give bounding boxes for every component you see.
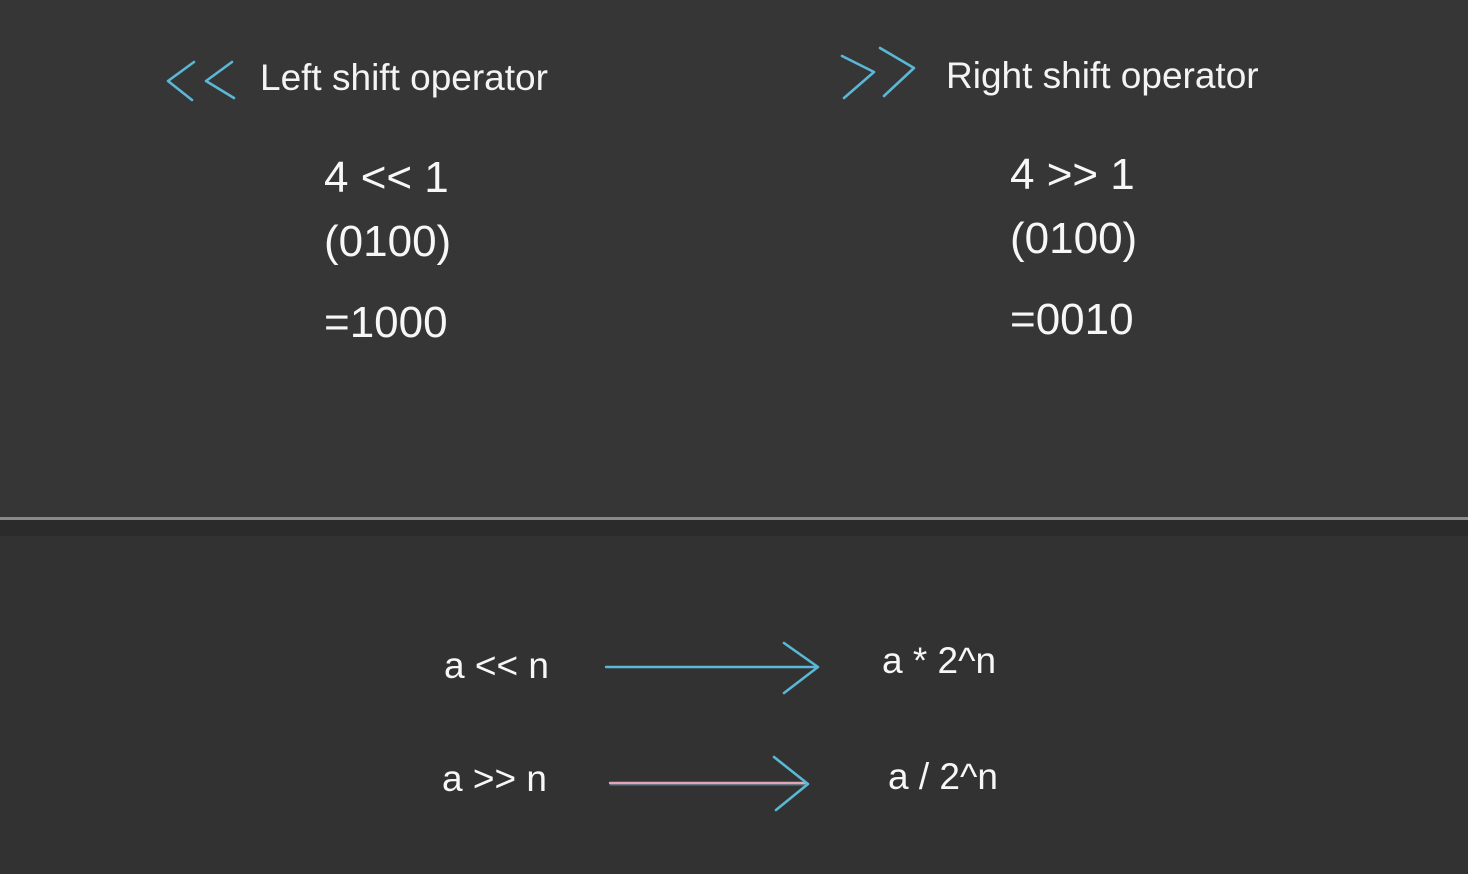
right-shift-title: Right shift operator <box>946 55 1259 96</box>
section-divider <box>0 517 1468 520</box>
left-shift-expression: 4 << 1 <box>324 153 449 202</box>
rule-lhs-left-shift: a << n <box>444 645 549 686</box>
right-shift-binary-input: (0100) <box>1010 214 1138 263</box>
right-arrow-icon <box>604 641 820 695</box>
rule-rhs-left-shift: a * 2^n <box>882 640 997 681</box>
left-shift-title: Left shift operator <box>260 57 548 98</box>
divider-shadow <box>0 520 1468 536</box>
right-arrow-icon <box>608 755 810 812</box>
rule-lhs-right-shift: a >> n <box>442 758 547 799</box>
double-right-chevron-icon <box>840 46 916 100</box>
left-shift-result: =1000 <box>324 298 448 347</box>
rules-panel <box>0 536 1468 874</box>
whiteboard: Left shift operator 4 << 1 (0100) =1000 … <box>0 0 1468 874</box>
right-shift-result: =0010 <box>1010 295 1134 344</box>
left-shift-binary-input: (0100) <box>324 217 452 266</box>
rule-rhs-right-shift: a / 2^n <box>888 756 998 797</box>
double-left-chevron-icon <box>166 60 236 102</box>
right-shift-expression: 4 >> 1 <box>1010 150 1135 199</box>
